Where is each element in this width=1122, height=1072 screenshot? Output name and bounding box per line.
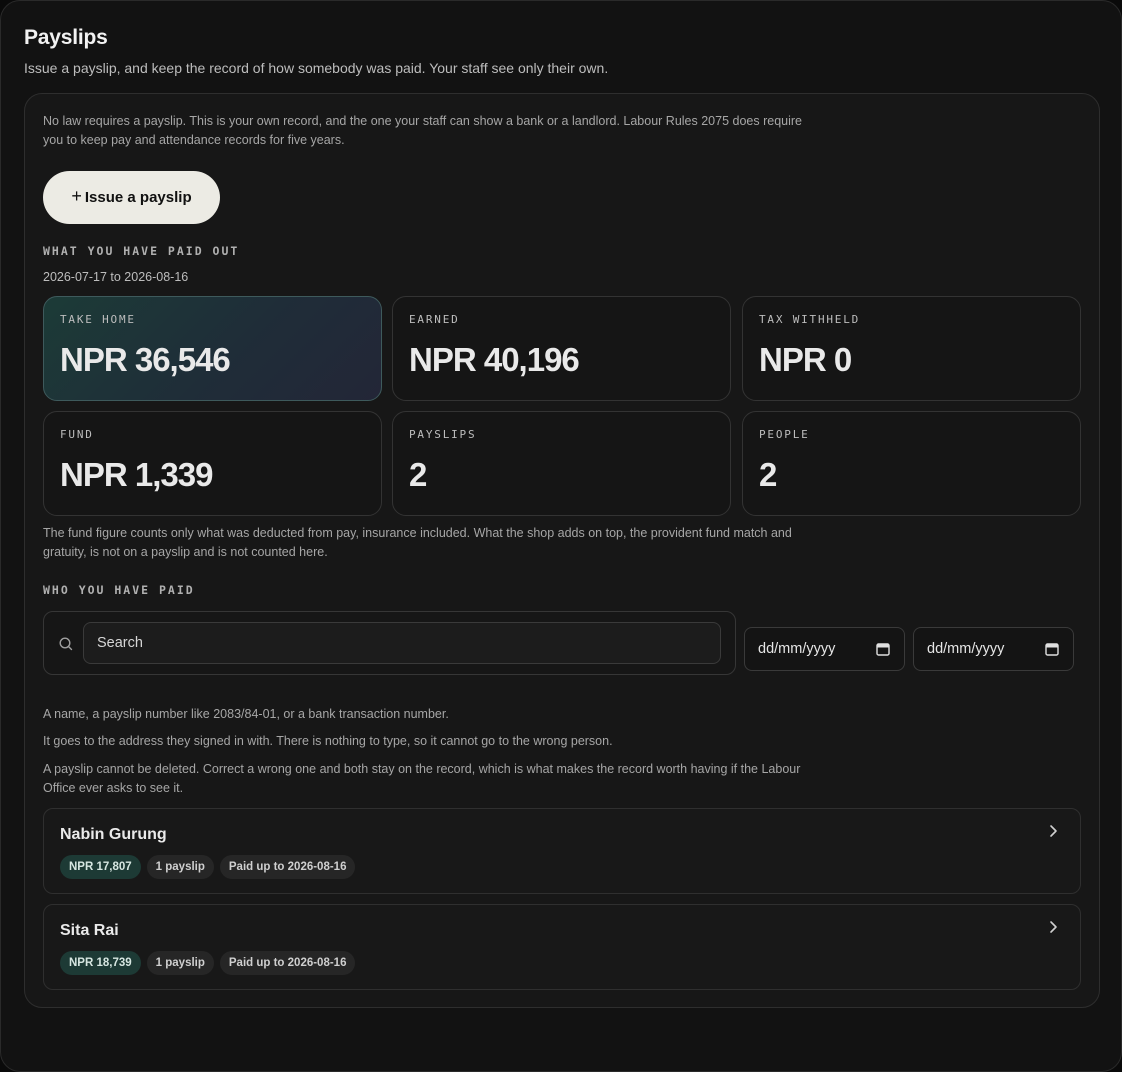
paid-up-to-badge: Paid up to 2026-08-16 xyxy=(219,951,356,975)
page-subtitle: Issue a payslip, and keep the record of … xyxy=(24,60,609,76)
payslips-panel: No law requires a payslip. This is your … xyxy=(24,93,1100,1008)
search-input[interactable] xyxy=(83,622,721,664)
card-label: TAX WITHHELD xyxy=(759,313,861,326)
date-to-input[interactable]: dd/mm/yyyy xyxy=(913,627,1074,671)
card-label: FUND xyxy=(60,428,94,441)
search-box xyxy=(43,611,736,675)
card-value: 2 xyxy=(409,456,427,493)
person-chips: NPR 17,807 1 payslip Paid up to 2026-08-… xyxy=(60,855,356,879)
calendar-icon[interactable] xyxy=(876,642,890,656)
payslips-window: Payslips Issue a payslip, and keep the r… xyxy=(0,0,1122,1072)
person-name: Nabin Gurung xyxy=(60,826,167,843)
card-value: NPR 40,196 xyxy=(409,341,580,378)
card-label: TAKE HOME xyxy=(60,313,136,326)
earned-card: EARNED NPR 40,196 xyxy=(392,296,731,401)
card-label: EARNED xyxy=(409,313,460,326)
deletion-hint: A payslip cannot be deleted. Correct a w… xyxy=(43,762,801,795)
date-from-input[interactable]: dd/mm/yyyy xyxy=(744,627,905,671)
delivery-hint: It goes to the address they signed in wi… xyxy=(43,734,613,748)
date-to-placeholder: dd/mm/yyyy xyxy=(927,641,1005,657)
issue-payslip-button[interactable]: + Issue a payslip xyxy=(43,171,220,224)
people-count-card: PEOPLE 2 xyxy=(742,411,1081,516)
issue-payslip-label: Issue a payslip xyxy=(84,189,192,206)
page-title: Payslips xyxy=(24,26,108,49)
person-name: Sita Rai xyxy=(60,922,119,939)
who-paid-heading: WHO YOU HAVE PAID xyxy=(43,583,195,597)
person-chips: NPR 18,739 1 payslip Paid up to 2026-08-… xyxy=(60,951,356,975)
calendar-icon[interactable] xyxy=(1045,642,1059,656)
tax-withheld-card: TAX WITHHELD NPR 0 xyxy=(742,296,1081,401)
paid-up-to-badge: Paid up to 2026-08-16 xyxy=(219,855,356,879)
payslips-count-card: PAYSLIPS 2 xyxy=(392,411,731,516)
chevron-right-icon[interactable] xyxy=(1048,920,1060,934)
card-value: NPR 0 xyxy=(759,341,852,378)
intro-text: No law requires a payslip. This is your … xyxy=(43,114,803,147)
search-hint: A name, a payslip number like 2083/84-01… xyxy=(43,707,449,721)
amount-badge: NPR 17,807 xyxy=(60,855,141,879)
card-label: PAYSLIPS xyxy=(409,428,477,441)
fund-note: The fund figure counts only what was ded… xyxy=(43,526,792,559)
plus-icon: + xyxy=(71,185,82,206)
date-range: 2026-07-17 to 2026-08-16 xyxy=(43,270,189,284)
date-from-placeholder: dd/mm/yyyy xyxy=(758,641,836,657)
person-row[interactable]: Sita Rai NPR 18,739 1 payslip Paid up to… xyxy=(43,904,1081,990)
card-value: NPR 36,546 xyxy=(60,341,231,378)
chevron-right-icon[interactable] xyxy=(1048,824,1060,838)
card-label: PEOPLE xyxy=(759,428,810,441)
search-icon xyxy=(59,637,73,651)
card-value: NPR 1,339 xyxy=(60,456,213,493)
payslip-count-badge: 1 payslip xyxy=(146,855,214,879)
paid-out-heading: WHAT YOU HAVE PAID OUT xyxy=(43,244,240,258)
payslip-count-badge: 1 payslip xyxy=(146,951,214,975)
card-value: 2 xyxy=(759,456,777,493)
amount-badge: NPR 18,739 xyxy=(60,951,141,975)
take-home-card: TAKE HOME NPR 36,546 xyxy=(43,296,382,401)
person-row[interactable]: Nabin Gurung NPR 17,807 1 payslip Paid u… xyxy=(43,808,1081,894)
fund-card: FUND NPR 1,339 xyxy=(43,411,382,516)
